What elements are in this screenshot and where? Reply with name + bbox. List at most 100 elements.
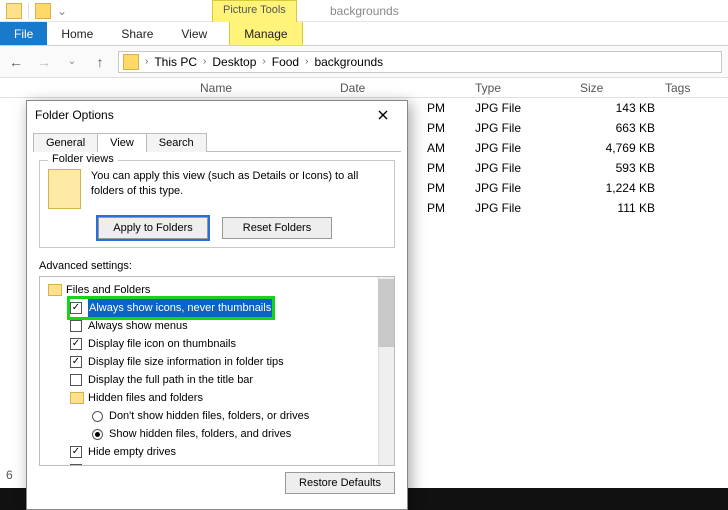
checkbox-icon[interactable]	[70, 374, 82, 386]
cell-size: 593 KB	[580, 161, 665, 175]
breadcrumb[interactable]: › This PC › Desktop › Food › backgrounds	[118, 51, 722, 73]
cell-type: JPG File	[475, 101, 580, 115]
ribbon-tab-share[interactable]: Share	[107, 22, 167, 45]
option-label: Display file icon on thumbnails	[88, 335, 236, 353]
cell-size: 143 KB	[580, 101, 665, 115]
option-label: Hide extensions for known file types	[88, 461, 263, 466]
cell-size: 111 KB	[580, 201, 665, 215]
tab-general[interactable]: General	[33, 133, 98, 152]
contextual-tab-picture-tools[interactable]: Picture Tools	[212, 0, 297, 22]
chevron-right-icon[interactable]: ›	[203, 56, 206, 67]
qat-caret[interactable]: ⌄	[57, 4, 67, 18]
ribbon-tabs: File Home Share View Manage	[0, 22, 728, 46]
close-button[interactable]	[367, 104, 399, 126]
breadcrumb-segment[interactable]: backgrounds	[310, 55, 387, 69]
folder-icon	[123, 54, 139, 70]
option-hide-extensions[interactable]: Hide extensions for known file types	[70, 461, 390, 466]
ribbon-tab-view[interactable]: View	[167, 22, 221, 45]
reset-folders-button[interactable]: Reset Folders	[222, 217, 332, 239]
folder-options-dialog: Folder Options General View Search Folde…	[26, 100, 408, 510]
breadcrumb-segment[interactable]: Desktop	[208, 55, 260, 69]
option-always-show-icons[interactable]: Always show icons, never thumbnails	[70, 299, 272, 317]
separator	[28, 3, 29, 19]
column-header-tags[interactable]: Tags	[665, 81, 728, 95]
restore-defaults-button[interactable]: Restore Defaults	[285, 472, 395, 494]
dialog-body: Folder views You can apply this view (su…	[33, 151, 401, 503]
status-item-count: 6	[6, 468, 13, 482]
checkbox-icon[interactable]	[70, 464, 82, 466]
ribbon-tab-file[interactable]: File	[0, 22, 47, 45]
window-title-folder: backgrounds	[330, 4, 399, 18]
cell-size: 1,224 KB	[580, 181, 665, 195]
option-label: Always show menus	[88, 317, 188, 335]
apply-to-folders-button[interactable]: Apply to Folders	[98, 217, 208, 239]
folder-views-group: Folder views You can apply this view (su…	[39, 160, 395, 248]
checkbox-icon[interactable]	[70, 356, 82, 368]
nav-forward-button[interactable]: →	[34, 52, 54, 72]
folder-views-text: You can apply this view (such as Details…	[91, 169, 386, 199]
dialog-title: Folder Options	[35, 108, 114, 122]
cell-type: JPG File	[475, 161, 580, 175]
folder-icon	[35, 3, 51, 19]
tree-node-label: Hidden files and folders	[88, 389, 203, 407]
option-label: Hide empty drives	[88, 443, 176, 461]
option-label: Don't show hidden files, folders, or dri…	[109, 407, 309, 425]
dialog-titlebar: Folder Options	[27, 101, 407, 129]
cell-size: 663 KB	[580, 121, 665, 135]
tree-root-label: Files and Folders	[66, 281, 150, 299]
column-header-name[interactable]: Name	[0, 81, 340, 95]
cell-type: JPG File	[475, 121, 580, 135]
option-label: Show hidden files, folders, and drives	[109, 425, 291, 443]
breadcrumb-segment[interactable]: Food	[268, 55, 303, 69]
tree-node-hidden-files: Hidden files and folders	[70, 389, 390, 407]
folder-icon	[48, 284, 62, 296]
tab-view[interactable]: View	[97, 133, 147, 152]
folder-icon	[6, 3, 22, 19]
cell-type: JPG File	[475, 181, 580, 195]
nav-recent-dropdown[interactable]: ⌄	[62, 52, 82, 72]
option-label: Display file size information in folder …	[88, 353, 284, 371]
column-header-size[interactable]: Size	[580, 81, 665, 95]
breadcrumb-segment[interactable]: This PC	[150, 55, 201, 69]
address-bar-row: ← → ⌄ ↑ › This PC › Desktop › Food › bac…	[0, 46, 728, 78]
cell-type: JPG File	[475, 201, 580, 215]
radio-icon[interactable]	[92, 411, 103, 422]
chevron-right-icon[interactable]: ›	[305, 56, 308, 67]
checkbox-icon[interactable]	[70, 338, 82, 350]
cell-size: 4,769 KB	[580, 141, 665, 155]
tab-search[interactable]: Search	[146, 133, 207, 152]
column-header-type[interactable]: Type	[475, 81, 580, 95]
ribbon-tab-manage[interactable]: Manage	[229, 22, 302, 45]
close-icon	[378, 110, 388, 120]
column-headers[interactable]: Name Date Type Size Tags	[0, 78, 728, 98]
option-dont-show-hidden[interactable]: Don't show hidden files, folders, or dri…	[92, 407, 390, 425]
option-display-file-size[interactable]: Display file size information in folder …	[70, 353, 390, 371]
nav-back-button[interactable]: ←	[6, 52, 26, 72]
chevron-right-icon[interactable]: ›	[145, 56, 148, 67]
folder-icon	[48, 169, 81, 209]
ribbon-tab-home[interactable]: Home	[47, 22, 107, 45]
tree-root-files-and-folders: Files and Folders	[48, 281, 390, 299]
radio-icon[interactable]	[92, 429, 103, 440]
scrollbar-thumb[interactable]	[378, 279, 394, 347]
folder-icon	[70, 392, 84, 404]
advanced-settings-label: Advanced settings:	[39, 260, 395, 272]
chevron-right-icon[interactable]: ›	[262, 56, 265, 67]
checkbox-icon[interactable]	[70, 320, 82, 332]
dialog-tabs: General View Search	[27, 129, 407, 151]
option-label: Display the full path in the title bar	[88, 371, 253, 389]
option-hide-empty-drives[interactable]: Hide empty drives	[70, 443, 390, 461]
option-show-hidden[interactable]: Show hidden files, folders, and drives	[92, 425, 390, 443]
group-legend: Folder views	[48, 153, 118, 165]
option-display-file-icon[interactable]: Display file icon on thumbnails	[70, 335, 390, 353]
checkbox-icon[interactable]	[70, 302, 82, 314]
cell-type: JPG File	[475, 141, 580, 155]
option-label: Always show icons, never thumbnails	[88, 299, 272, 317]
option-always-show-menus[interactable]: Always show menus	[70, 317, 390, 335]
checkbox-icon[interactable]	[70, 446, 82, 458]
advanced-settings-tree: Files and Folders Always show icons, nev…	[39, 276, 395, 466]
nav-up-button[interactable]: ↑	[90, 52, 110, 72]
column-header-date[interactable]: Date	[340, 81, 475, 95]
option-display-full-path[interactable]: Display the full path in the title bar	[70, 371, 390, 389]
scrollbar[interactable]	[378, 277, 394, 465]
